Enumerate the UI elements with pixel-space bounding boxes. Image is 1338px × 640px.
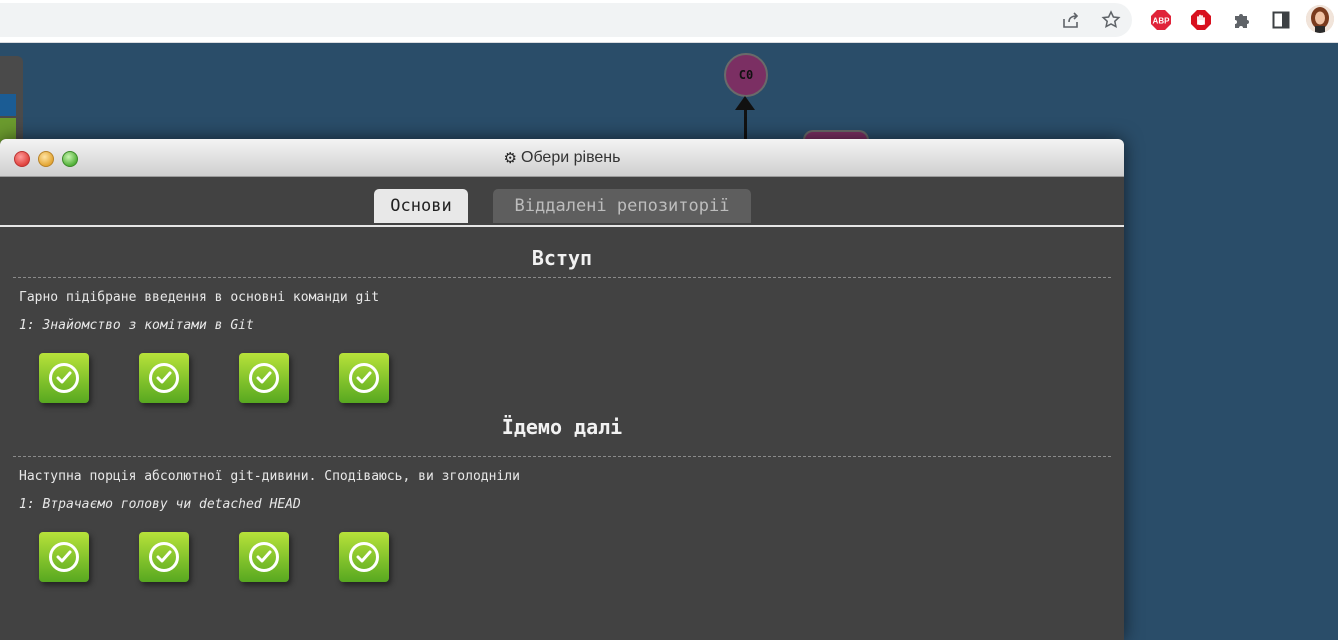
level-button[interactable]: [239, 353, 289, 403]
dialog-title: ⚙ Обери рівень: [0, 139, 1124, 176]
level-list: Вступ Гарно підібране введення в основні…: [0, 227, 1124, 585]
sequence-description: Гарно підібране введення в основні коман…: [19, 290, 380, 305]
checkmark-icon: [149, 542, 179, 572]
level-button[interactable]: [139, 353, 189, 403]
dialog-title-text: Обери рівень: [521, 148, 621, 166]
adblock-plus-icon[interactable]: ABP: [1150, 9, 1172, 31]
level-button[interactable]: [239, 532, 289, 582]
share-icon[interactable]: [1060, 9, 1082, 31]
level-button[interactable]: [139, 532, 189, 582]
sequence-title: Їдемо далі: [13, 406, 1111, 457]
stop-hand-icon[interactable]: [1190, 9, 1212, 31]
level-button[interactable]: [39, 353, 89, 403]
tab-remote-repos[interactable]: Віддалені репозиторії: [493, 189, 751, 223]
checkmark-icon: [249, 542, 279, 572]
level-buttons-row: [13, 348, 1111, 406]
checkmark-icon: [49, 363, 79, 393]
commit-edge: [744, 108, 747, 140]
checkmark-icon: [49, 542, 79, 572]
checkmark-icon: [249, 363, 279, 393]
gear-icon: ⚙: [503, 149, 517, 167]
selected-level-name: 1: Знайомство з комітами в Git: [19, 318, 254, 333]
level-button[interactable]: [339, 532, 389, 582]
checkbox-icon: [0, 94, 16, 116]
selected-level-name: 1: Втрачаємо голову чи detached HEAD: [19, 497, 301, 512]
star-icon[interactable]: [1100, 9, 1122, 31]
puzzle-icon[interactable]: [1230, 9, 1252, 31]
sequence-title: Вступ: [13, 227, 1111, 278]
level-button[interactable]: [339, 353, 389, 403]
commit-label: C0: [738, 68, 754, 82]
level-buttons-row: [13, 527, 1111, 585]
svg-text:ABP: ABP: [1153, 17, 1171, 26]
address-bar[interactable]: [0, 3, 1132, 37]
sequence-description: Наступна порція абсолютної git-дивини. С…: [19, 469, 520, 484]
checkmark-icon: [349, 363, 379, 393]
commit-node[interactable]: C0: [724, 53, 768, 97]
checkmark-icon: [349, 542, 379, 572]
profile-avatar[interactable]: [1306, 5, 1334, 33]
browser-toolbar: ABP: [0, 0, 1338, 43]
tab-bar: Основи Віддалені репозиторії: [0, 177, 1124, 227]
tab-basics[interactable]: Основи: [374, 189, 468, 223]
checkmark-icon: [149, 363, 179, 393]
level-select-dialog: ⚙ Обери рівень Основи Віддалені репозито…: [0, 139, 1124, 640]
window-titlebar: ⚙ Обери рівень: [0, 139, 1124, 177]
level-button[interactable]: [39, 532, 89, 582]
side-panel-icon[interactable]: [1270, 9, 1292, 31]
